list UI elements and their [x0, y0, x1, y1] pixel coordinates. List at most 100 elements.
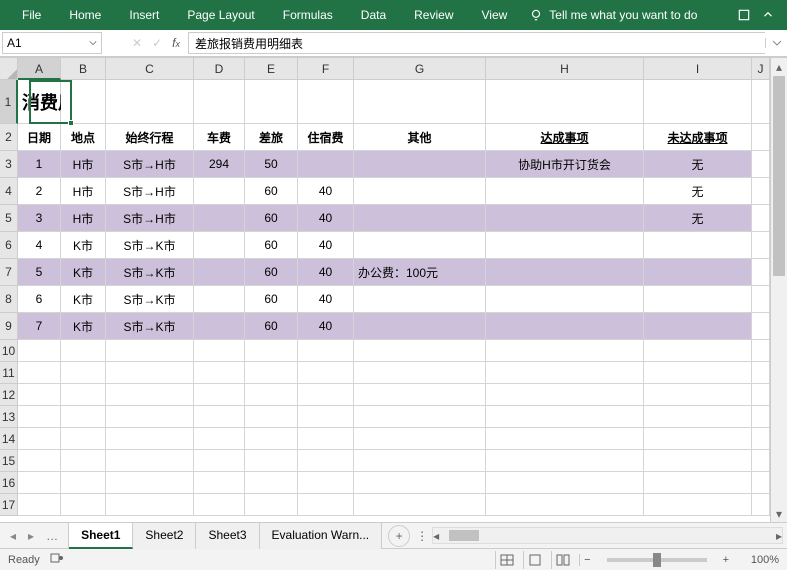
- col-header-C[interactable]: C: [106, 58, 194, 80]
- cell[interactable]: [644, 406, 752, 428]
- cell[interactable]: [61, 472, 106, 494]
- row-header-15[interactable]: 15: [0, 450, 18, 472]
- cell[interactable]: [106, 362, 194, 384]
- zoom-slider[interactable]: [607, 558, 707, 562]
- cell[interactable]: K市: [61, 232, 106, 259]
- cell[interactable]: 未达成事项: [644, 124, 752, 151]
- cell[interactable]: [354, 428, 486, 450]
- row-header-8[interactable]: 8: [0, 286, 18, 313]
- scroll-right-icon[interactable]: ▸: [776, 527, 782, 544]
- cell[interactable]: [644, 340, 752, 362]
- row-header-11[interactable]: 11: [0, 362, 18, 384]
- cell[interactable]: [18, 406, 61, 428]
- cell[interactable]: 日期: [18, 124, 61, 151]
- cell[interactable]: 2: [18, 178, 61, 205]
- cell[interactable]: [486, 178, 644, 205]
- zoom-out-button[interactable]: −: [579, 554, 594, 566]
- cell[interactable]: [486, 313, 644, 340]
- cell[interactable]: [486, 450, 644, 472]
- row-header-7[interactable]: 7: [0, 259, 18, 286]
- cell[interactable]: [298, 472, 354, 494]
- cell[interactable]: [644, 494, 752, 516]
- zoom-slider-thumb[interactable]: [653, 553, 661, 567]
- col-header-E[interactable]: E: [245, 58, 298, 80]
- cell[interactable]: [18, 450, 61, 472]
- cell[interactable]: S市→H市: [106, 151, 194, 178]
- cell[interactable]: [245, 406, 298, 428]
- cell[interactable]: [752, 362, 770, 384]
- cell[interactable]: [61, 340, 106, 362]
- cell[interactable]: [644, 80, 752, 124]
- tab-view[interactable]: View: [468, 0, 522, 30]
- cell[interactable]: 地点: [61, 124, 106, 151]
- cell[interactable]: 60: [245, 205, 298, 232]
- cell[interactable]: 消费用明细表: [18, 80, 61, 124]
- cell[interactable]: [106, 80, 194, 124]
- sheet-tab-3[interactable]: Evaluation Warn...: [260, 523, 383, 549]
- cell[interactable]: 60: [245, 178, 298, 205]
- v-scroll-thumb[interactable]: [773, 76, 785, 276]
- cell[interactable]: [298, 450, 354, 472]
- cell[interactable]: [106, 406, 194, 428]
- cell[interactable]: [644, 450, 752, 472]
- cell[interactable]: [106, 472, 194, 494]
- cell[interactable]: [644, 286, 752, 313]
- fill-handle[interactable]: [68, 120, 74, 126]
- col-header-I[interactable]: I: [644, 58, 752, 80]
- row-header-1[interactable]: 1: [0, 80, 18, 124]
- cell[interactable]: 无: [644, 151, 752, 178]
- cell[interactable]: 始终行程: [106, 124, 194, 151]
- cell[interactable]: [354, 80, 486, 124]
- cell[interactable]: S市→K市: [106, 259, 194, 286]
- cell[interactable]: [644, 428, 752, 450]
- view-normal-button[interactable]: [495, 551, 517, 569]
- row-header-16[interactable]: 16: [0, 472, 18, 494]
- cell[interactable]: [354, 450, 486, 472]
- cell[interactable]: [354, 494, 486, 516]
- cell[interactable]: [486, 232, 644, 259]
- cell[interactable]: [194, 340, 245, 362]
- cell[interactable]: [298, 362, 354, 384]
- cell[interactable]: 40: [298, 232, 354, 259]
- cell[interactable]: [752, 80, 770, 124]
- cell[interactable]: [752, 205, 770, 232]
- col-header-G[interactable]: G: [354, 58, 486, 80]
- cell[interactable]: [644, 259, 752, 286]
- cell[interactable]: [194, 205, 245, 232]
- name-box[interactable]: A1: [2, 32, 102, 54]
- cell[interactable]: [245, 428, 298, 450]
- cell[interactable]: [18, 362, 61, 384]
- cell[interactable]: [194, 406, 245, 428]
- sheet-nav-prev[interactable]: ◂: [6, 527, 20, 545]
- cell[interactable]: [644, 472, 752, 494]
- cell[interactable]: [106, 428, 194, 450]
- cell[interactable]: [486, 362, 644, 384]
- cell[interactable]: 60: [245, 313, 298, 340]
- cell[interactable]: 60: [245, 232, 298, 259]
- cell[interactable]: [752, 124, 770, 151]
- zoom-level[interactable]: 100%: [739, 554, 779, 566]
- cell[interactable]: [752, 232, 770, 259]
- cell[interactable]: 办公费：100元: [354, 259, 486, 286]
- cell[interactable]: 60: [245, 286, 298, 313]
- cell[interactable]: 40: [298, 313, 354, 340]
- scroll-down-icon[interactable]: ▾: [771, 505, 787, 522]
- cell[interactable]: [245, 80, 298, 124]
- cell[interactable]: [106, 494, 194, 516]
- cell[interactable]: [486, 472, 644, 494]
- cell[interactable]: [194, 450, 245, 472]
- cell[interactable]: 1: [18, 151, 61, 178]
- sheet-tab-1[interactable]: Sheet2: [133, 523, 196, 549]
- scroll-up-icon[interactable]: ▴: [771, 58, 787, 75]
- cell[interactable]: S市→H市: [106, 178, 194, 205]
- cell[interactable]: 4: [18, 232, 61, 259]
- cell[interactable]: [486, 286, 644, 313]
- cells-area[interactable]: 消费用明细表日期地点始终行程车费差旅住宿费其他达成事项未达成事项1H市S市→H市…: [18, 80, 770, 516]
- cell[interactable]: [298, 406, 354, 428]
- cell[interactable]: [194, 286, 245, 313]
- cell[interactable]: [752, 178, 770, 205]
- cell[interactable]: [354, 406, 486, 428]
- cell[interactable]: [354, 313, 486, 340]
- cell[interactable]: 住宿费: [298, 124, 354, 151]
- row-header-5[interactable]: 5: [0, 205, 18, 232]
